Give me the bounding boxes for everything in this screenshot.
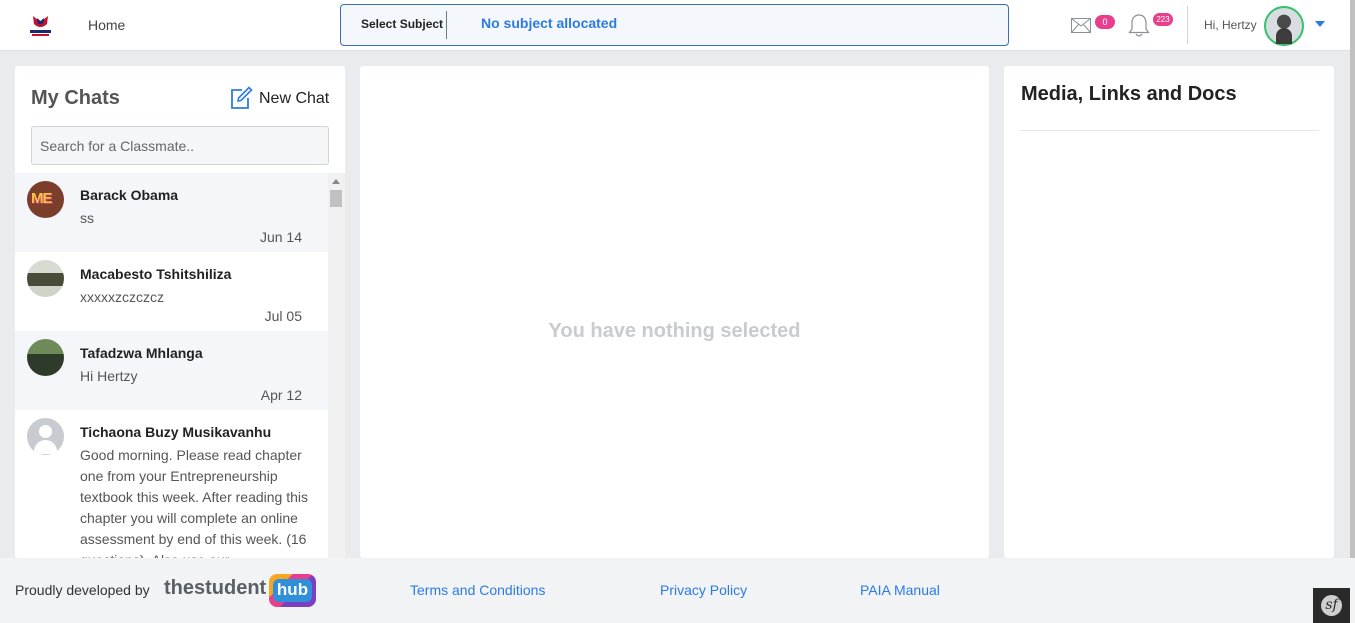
user-avatar[interactable] <box>1264 6 1304 46</box>
chat-list-scrollbar-thumb[interactable] <box>330 190 342 207</box>
chat-date: Apr 12 <box>260 387 302 403</box>
top-navbar: Home Select Subject No subject allocated… <box>0 0 1355 51</box>
avatar <box>27 339 64 376</box>
chat-list-scrollbar[interactable] <box>328 173 345 558</box>
chat-contact-name: Tichaona Buzy Musikavanhu <box>80 424 272 440</box>
mail-icon[interactable] <box>1071 17 1091 34</box>
page-scrollbar-thumb[interactable] <box>1350 0 1355 558</box>
mail-count-badge: 0 <box>1095 15 1115 29</box>
chat-contact-name: Tafadzwa Mhlanga <box>80 345 203 361</box>
chat-date: Jul 05 <box>264 308 302 324</box>
school-logo-icon[interactable] <box>28 14 53 37</box>
empty-conversation-message: You have nothing selected <box>548 320 801 342</box>
chat-last-message: Hi Hertzy <box>80 368 138 384</box>
footer-brand-hub: hub <box>273 579 312 602</box>
classmate-search-input[interactable] <box>31 126 329 165</box>
notification-count-badge: 223 <box>1153 13 1173 26</box>
notification-bell-icon[interactable] <box>1128 13 1150 38</box>
chat-contact-name: Macabesto Tshitshiliza <box>80 266 232 282</box>
page-footer: Proudly developed by thestudent hub Term… <box>0 558 1355 623</box>
chat-date: Jun 14 <box>259 229 302 245</box>
media-links-docs-panel: Media, Links and Docs <box>1004 66 1334 558</box>
privacy-policy-link[interactable]: Privacy Policy <box>660 582 747 598</box>
chat-list-item[interactable]: Tafadzwa Mhlanga Hi Hertzy Apr 12 <box>15 331 328 410</box>
my-chats-panel: My Chats New Chat Barack Obama ss Jun 14… <box>15 66 345 558</box>
chat-list-item[interactable]: Barack Obama ss Jun 14 <box>15 173 328 252</box>
chat-last-message: Good morning. Please read chapter one fr… <box>80 447 309 558</box>
media-panel-title: Media, Links and Docs <box>1021 83 1237 105</box>
chat-last-message: ss <box>80 210 94 226</box>
chat-list: Barack Obama ss Jun 14 Macabesto Tshitsh… <box>15 173 328 558</box>
terms-link[interactable]: Terms and Conditions <box>410 582 545 598</box>
avatar <box>27 260 64 297</box>
chat-list-item[interactable]: Tichaona Buzy Musikavanhu Good morning. … <box>15 410 328 558</box>
conversation-panel: You have nothing selected <box>360 66 989 558</box>
subject-selector-value[interactable]: No subject allocated <box>481 15 617 31</box>
footer-developed-by: Proudly developed by <box>15 582 150 598</box>
chat-contact-name: Barack Obama <box>80 187 179 203</box>
avatar <box>27 181 64 218</box>
footer-brand-text: thestudent <box>164 577 267 599</box>
subject-divider <box>446 11 447 39</box>
media-panel-divider <box>1020 130 1319 131</box>
page-scrollbar[interactable] <box>1350 0 1355 558</box>
symfony-icon: sf <box>1321 595 1342 616</box>
scroll-up-icon[interactable] <box>332 179 340 184</box>
chat-last-message: xxxxxzczczcz <box>80 289 164 305</box>
edit-icon <box>231 86 253 109</box>
subject-selector[interactable]: Select Subject No subject allocated <box>340 4 1009 46</box>
chevron-down-icon[interactable] <box>1315 21 1325 27</box>
user-greeting: Hi, Hertzy <box>1204 18 1257 32</box>
thestudenthub-logo: hub <box>269 574 316 607</box>
avatar <box>27 418 64 455</box>
nav-divider <box>1187 6 1188 44</box>
new-chat-label: New Chat <box>259 90 330 107</box>
paia-manual-link[interactable]: PAIA Manual <box>860 582 940 598</box>
debug-toolbar-button[interactable]: sf <box>1313 588 1350 623</box>
chats-title: My Chats <box>31 87 120 109</box>
chat-list-item[interactable]: Macabesto Tshitshiliza xxxxxzczczcz Jul … <box>15 252 328 331</box>
subject-selector-label: Select Subject <box>361 17 444 31</box>
nav-home-link[interactable]: Home <box>88 17 125 33</box>
